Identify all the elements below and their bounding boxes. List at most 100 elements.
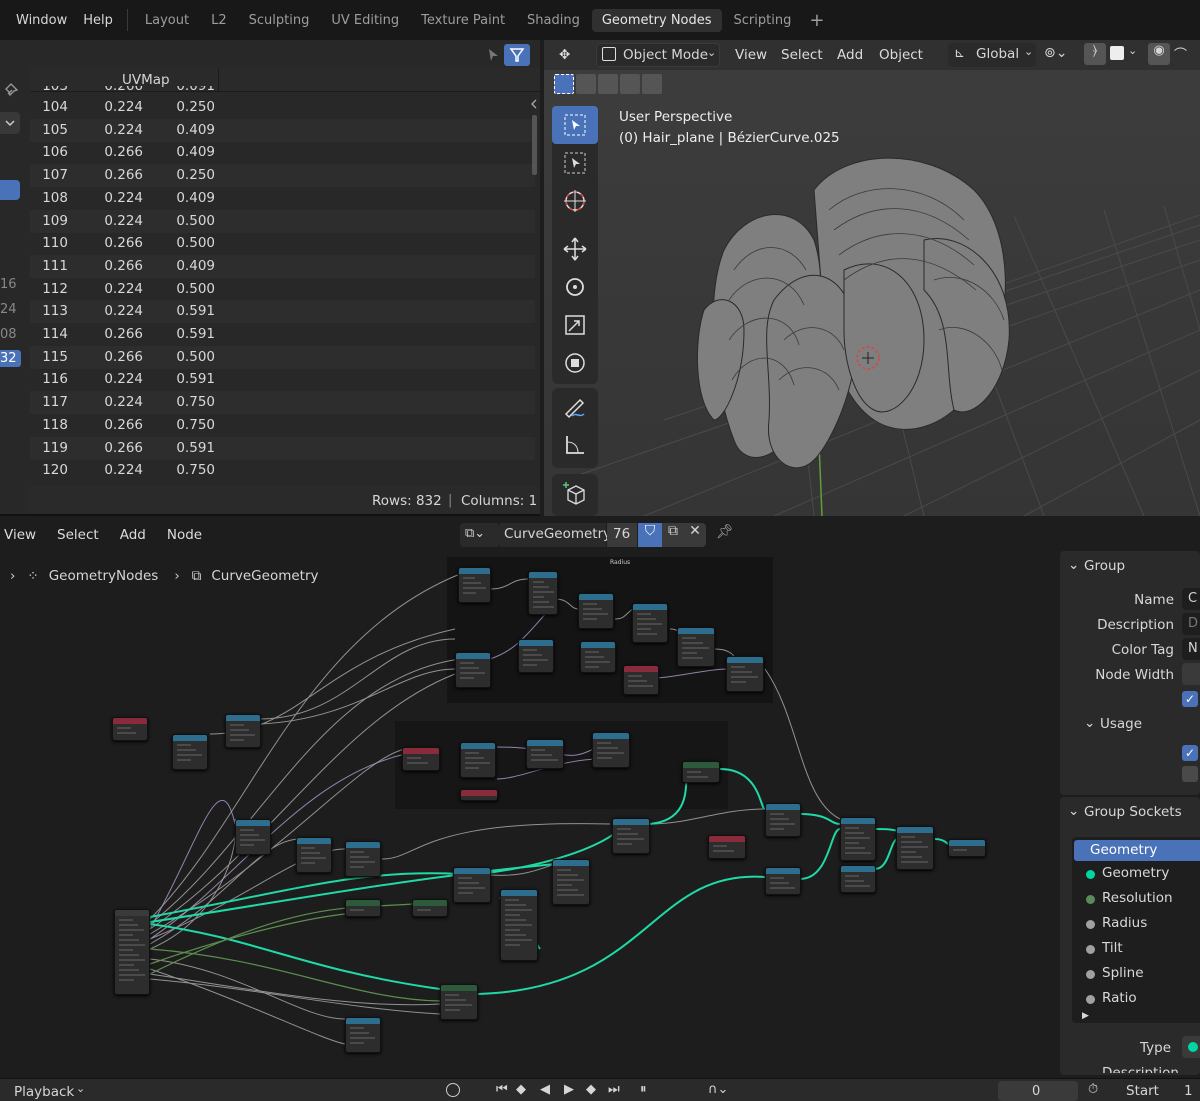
checkbox[interactable]: ✓	[1182, 691, 1198, 707]
socket-item[interactable]: Ratio	[1086, 990, 1137, 1006]
expand-triangle-icon[interactable]: ▶	[1082, 1011, 1089, 1021]
3d-viewport[interactable]: ✥ Object Mode ⌄ View Select Add Object ⊾…	[544, 40, 1200, 516]
name-field[interactable]: C	[1182, 588, 1200, 610]
node-tree-selector[interactable]: ⧉⌄	[460, 523, 500, 547]
scale-tool[interactable]	[552, 306, 598, 344]
close-icon[interactable]: ✕	[684, 523, 706, 547]
next-keyframe-icon[interactable]: ◆	[586, 1082, 596, 1097]
snap-target-icon[interactable]	[1110, 46, 1124, 60]
graph-node[interactable]	[592, 732, 630, 768]
graph-node[interactable]	[345, 1017, 381, 1053]
tab-texture-paint[interactable]: Texture Paint	[411, 9, 515, 32]
menu-add[interactable]: Add	[106, 525, 153, 545]
graph-node[interactable]	[526, 739, 564, 769]
group-sockets-header[interactable]: Group Sockets	[1084, 804, 1182, 820]
select-new-icon[interactable]	[554, 74, 574, 94]
graph-node[interactable]	[840, 865, 876, 893]
usage-checkbox-2[interactable]	[1182, 766, 1198, 782]
cursor-tool[interactable]	[552, 182, 598, 220]
transform-tool[interactable]	[552, 344, 598, 382]
graph-node[interactable]	[552, 859, 590, 905]
measure-tool[interactable]	[552, 426, 598, 464]
move-tool[interactable]	[552, 230, 598, 268]
fake-user-shield-icon[interactable]: ⛉	[638, 523, 662, 547]
play-reverse-icon[interactable]: ◀	[540, 1082, 550, 1097]
graph-node[interactable]	[402, 747, 440, 771]
chevron-down-icon[interactable]: ⌄	[1068, 803, 1079, 819]
node-width-field[interactable]	[1182, 663, 1200, 685]
graph-node[interactable]	[172, 734, 208, 770]
select-icon[interactable]	[482, 44, 504, 66]
tab-l2[interactable]: L2	[201, 9, 237, 32]
graph-node[interactable]	[708, 835, 746, 859]
menu-select[interactable]: Select	[43, 525, 106, 545]
menu-view[interactable]: View	[0, 525, 43, 545]
snapping-icon[interactable]: ∩⌄	[708, 1082, 728, 1097]
prev-keyframe-icon[interactable]: ◆	[516, 1082, 526, 1097]
socket-item[interactable]: Tilt	[1086, 940, 1123, 956]
select-intersect-icon[interactable]	[642, 74, 662, 94]
tab-sculpting[interactable]: Sculpting	[239, 9, 320, 32]
color-tag-field[interactable]: N	[1182, 638, 1200, 660]
graph-node[interactable]	[458, 567, 491, 603]
add-workspace-button[interactable]: +	[803, 10, 830, 31]
graph-node[interactable]	[460, 742, 496, 778]
playback-menu[interactable]: Playback	[14, 1084, 74, 1100]
object-mode-selector[interactable]: Object Mode ⌄	[596, 43, 720, 67]
menu-help[interactable]: Help	[75, 13, 121, 28]
graph-node[interactable]	[528, 571, 558, 615]
breadcrumb-item-curvegeometry[interactable]: CurveGeometry	[211, 568, 318, 584]
graph-node[interactable]	[840, 817, 876, 861]
user-count[interactable]: 76	[607, 523, 637, 547]
graph-node[interactable]	[114, 909, 150, 995]
dropdown-icon[interactable]	[0, 112, 20, 134]
socket-item[interactable]: Resolution	[1086, 890, 1173, 906]
usage-header[interactable]: Usage	[1100, 716, 1142, 732]
transform-orientation[interactable]: ⊾ Global ⌄	[948, 43, 1036, 67]
menu-window[interactable]: Window	[0, 13, 75, 28]
selected-item-indicator[interactable]	[0, 180, 20, 200]
graph-node[interactable]	[578, 593, 614, 629]
tab-uv-editing[interactable]: UV Editing	[321, 9, 409, 32]
editor-type-icon[interactable]: ✥	[552, 45, 577, 65]
graph-node[interactable]	[632, 603, 668, 643]
select-invert-icon[interactable]	[620, 74, 640, 94]
group-panel-header[interactable]: Group	[1084, 558, 1125, 574]
graph-node[interactable]	[726, 656, 764, 692]
graph-node[interactable]	[440, 984, 478, 1020]
chevron-down-icon[interactable]: ⌄	[1084, 715, 1095, 731]
type-field[interactable]	[1182, 1036, 1200, 1058]
chevron-left-icon[interactable]	[528, 96, 540, 112]
menu-select[interactable]: Select	[774, 45, 830, 65]
graph-node[interactable]	[345, 841, 381, 877]
menu-node[interactable]: Node	[153, 525, 209, 545]
graph-node[interactable]	[235, 819, 271, 855]
graph-node[interactable]	[682, 761, 720, 783]
graph-node[interactable]	[112, 717, 148, 741]
select-box-tool[interactable]	[552, 106, 598, 144]
select-subtract-icon[interactable]	[598, 74, 618, 94]
pin-icon[interactable]	[2, 80, 22, 100]
jump-end-icon[interactable]: ⏭	[608, 1082, 620, 1097]
menu-object[interactable]: Object	[872, 45, 930, 65]
graph-node[interactable]	[412, 899, 448, 917]
falloff-icon[interactable]: ⌒	[1174, 44, 1187, 63]
chevron-down-icon[interactable]: ⌄	[1068, 557, 1079, 573]
play-icon[interactable]: ▶	[564, 1082, 574, 1097]
node-tree-name-field[interactable]: CurveGeometry	[500, 523, 611, 547]
graph-node[interactable]	[623, 665, 659, 695]
menu-add[interactable]: Add	[830, 45, 870, 65]
record-icon[interactable]	[446, 1083, 460, 1097]
auto-keying-icon[interactable]: ⏸	[640, 1082, 647, 1097]
graph-node[interactable]	[580, 641, 616, 673]
add-cube-tool[interactable]	[552, 474, 598, 512]
menu-view[interactable]: View	[728, 45, 774, 65]
tab-layout[interactable]: Layout	[135, 9, 199, 32]
graph-node[interactable]	[896, 826, 934, 870]
socket-item[interactable]: Spline	[1086, 965, 1144, 981]
chevron-down-icon[interactable]: ⌄	[1128, 44, 1137, 57]
graph-node[interactable]	[460, 789, 498, 801]
rotate-tool[interactable]	[552, 268, 598, 306]
jump-start-icon[interactable]: ⏮	[496, 1082, 508, 1097]
breadcrumb-item-geometrynodes[interactable]: GeometryNodes	[49, 568, 159, 584]
